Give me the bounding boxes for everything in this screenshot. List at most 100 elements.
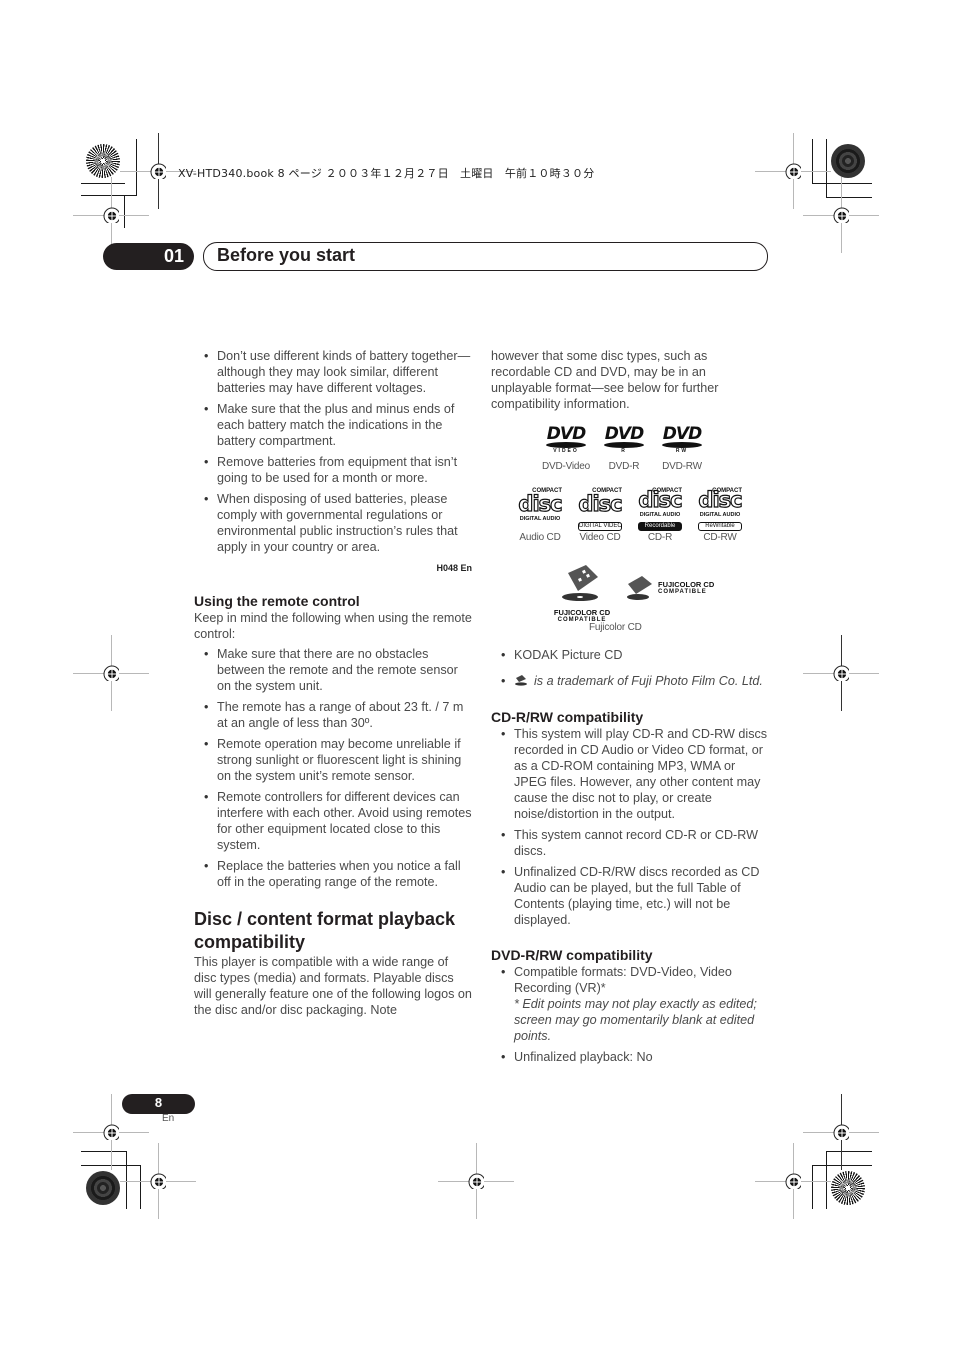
dvd-logo-row: DVD VIDEO DVD-Video DVD R DVD-R DVD RW D…	[536, 425, 712, 472]
registration-crosshair-icon	[833, 665, 849, 681]
crop-mark	[826, 197, 872, 198]
logo-caption: Audio CD	[519, 532, 561, 543]
list-item: Make sure that there are no obstacles be…	[194, 646, 472, 694]
left-column: Don’t use different kinds of battery tog…	[194, 348, 472, 1018]
list-item: is a trademark of Fuji Photo Film Co. Lt…	[491, 673, 771, 689]
dvd-logo-icon: DVD R	[604, 424, 644, 454]
video-cd-logo: COMPACT disc DIGITAL VIDEO Video CD	[570, 488, 630, 543]
extra-bullet-list: KODAK Picture CD is a trademark of Fuji …	[491, 647, 771, 689]
registration-crosshair-icon	[150, 1173, 166, 1189]
chapter-number-badge: 01	[103, 243, 194, 270]
cd-rw-logo: COMPACT disc DIGITAL AUDIO ReWritable CD…	[690, 488, 750, 543]
registration-crosshair-icon	[103, 207, 119, 223]
dvdrw-bullet-list: Compatible formats: DVD-Video, Video Rec…	[491, 964, 771, 1065]
registration-sunburst-icon	[831, 1171, 865, 1205]
crop-mark	[81, 195, 137, 196]
fujicolor-mark-icon	[514, 674, 528, 686]
fujicolor-brand: FUJICOLOR CD	[553, 608, 611, 617]
print-slug: XV-HTD340.book 8 ページ ２００３年１２月２７日 土曜日 午前１…	[178, 167, 595, 180]
fujicolor-compatible: COMPATIBLE	[658, 589, 707, 595]
remote-intro: Keep in mind the following when using th…	[194, 611, 472, 641]
disc-intro-continued: however that some disc types, such as re…	[491, 349, 719, 411]
audio-cd-logo: COMPACT disc DIGITAL AUDIO Audio CD	[510, 488, 570, 543]
registration-sunburst-icon	[86, 144, 120, 178]
list-item: Remove batteries from equipment that isn…	[194, 454, 472, 486]
dvdrw-section-heading: DVD-R/RW compatibility	[491, 947, 653, 963]
crop-mark	[812, 1165, 872, 1166]
compact-disc-logo-icon: COMPACT disc DIGITAL AUDIO Recordable	[638, 488, 683, 531]
registration-crosshair-icon	[833, 207, 849, 223]
fujicolor-cd-logo-vertical: FUJICOLOR CD COMPATIBLE	[552, 565, 612, 623]
list-item: This system cannot record CD-R or CD-RW …	[491, 827, 771, 859]
fujicolor-film-icon	[627, 576, 652, 600]
chapter-title: Before you start	[217, 245, 356, 265]
list-item: Unfinalized playback: No	[491, 1049, 771, 1065]
list-item: Compatible formats: DVD-Video, Video Rec…	[491, 964, 771, 1044]
list-item: Unfinalized CD-R/RW discs recorded as CD…	[491, 864, 771, 928]
logo-caption: CD-R	[647, 532, 673, 543]
registration-crosshair-icon	[103, 665, 119, 681]
list-item: KODAK Picture CD	[491, 647, 771, 663]
crop-mark	[812, 183, 872, 184]
list-item: Remote operation may become unreliable i…	[194, 736, 472, 784]
crop-mark	[81, 1151, 127, 1152]
trademark-note: is a trademark of Fuji Photo Film Co. Lt…	[534, 674, 763, 688]
fujicolor-film-icon	[562, 565, 598, 601]
cdrw-section-heading: CD-R/RW compatibility	[491, 709, 644, 725]
logo-caption: Fujicolor CD	[589, 622, 642, 633]
fujicolor-brand: FUJICOLOR CD	[658, 580, 715, 589]
logo-caption: DVD-Video	[541, 461, 591, 472]
list-item: Make sure that the plus and minus ends o…	[194, 401, 472, 449]
right-column-intro: however that some disc types, such as re…	[491, 348, 769, 412]
page-number-badge: 8	[122, 1094, 195, 1114]
registration-crosshair-icon	[785, 163, 801, 179]
logo-caption: DVD-R	[608, 461, 640, 472]
crop-mark	[826, 139, 827, 197]
crop-mark	[826, 1151, 827, 1209]
disc-section-heading: Disc / content format playback compatibi…	[194, 909, 456, 952]
battery-bullet-list: Don’t use different kinds of battery tog…	[194, 348, 472, 555]
crop-mark	[140, 1165, 141, 1209]
page-language: En	[162, 1113, 175, 1124]
logo-caption: DVD-RW	[662, 461, 702, 472]
dvd-logo-icon: DVD VIDEO	[546, 424, 586, 454]
list-item: When disposing of used batteries, please…	[194, 491, 472, 555]
formats-text: Compatible formats: DVD-Video, Video Rec…	[514, 965, 732, 995]
chapter-title-bar: Before you start	[203, 242, 768, 271]
list-item: This system will play CD-R and CD-RW dis…	[491, 726, 771, 822]
dvd-logo-icon: DVD RW	[662, 424, 702, 454]
registration-crosshair-icon	[468, 1173, 484, 1189]
registration-sunburst-icon	[831, 144, 865, 178]
cd-logo-row: COMPACT disc DIGITAL AUDIO Audio CD COMP…	[510, 488, 750, 543]
disc-section-intro: This player is compatible with a wide ra…	[194, 955, 472, 1017]
crop-mark	[812, 139, 813, 184]
cd-r-logo: COMPACT disc DIGITAL AUDIO Recordable CD…	[630, 488, 690, 543]
crop-mark	[126, 1151, 127, 1209]
right-column-lower: KODAK Picture CD is a trademark of Fuji …	[491, 647, 771, 1070]
list-item: Don’t use different kinds of battery tog…	[194, 348, 472, 396]
compact-disc-logo-icon: COMPACT disc DIGITAL AUDIO	[518, 488, 563, 522]
chapter-number: 01	[163, 246, 184, 266]
crop-mark	[136, 139, 137, 195]
dvd-video-logo: DVD VIDEO DVD-Video	[536, 425, 596, 472]
crop-mark	[124, 195, 125, 228]
remote-section-heading: Using the remote control	[194, 593, 360, 609]
registration-sunburst-icon	[86, 1171, 120, 1205]
dvd-rw-logo: DVD RW DVD-RW	[652, 425, 712, 472]
registration-crosshair-icon	[833, 1124, 849, 1140]
registration-crosshair-icon	[150, 163, 166, 179]
registration-crosshair-icon	[103, 1124, 119, 1140]
note-code: H048 En	[436, 563, 472, 573]
remote-bullet-list: Make sure that there are no obstacles be…	[194, 646, 472, 890]
fujicolor-cd-logo-horizontal: FUJICOLOR CD COMPATIBLE	[624, 574, 734, 604]
registration-crosshair-icon	[785, 1173, 801, 1189]
list-item: Remote controllers for different devices…	[194, 789, 472, 853]
crop-mark	[812, 1165, 813, 1209]
compact-disc-logo-icon: COMPACT disc DIGITAL VIDEO	[578, 488, 623, 531]
page-number: 8	[154, 1095, 163, 1110]
compact-disc-logo-icon: COMPACT disc DIGITAL AUDIO ReWritable	[698, 488, 743, 531]
crop-mark	[826, 1151, 872, 1152]
list-item: The remote has a range of about 23 ft. /…	[194, 699, 472, 731]
crop-mark	[81, 183, 125, 184]
formats-footnote: * Edit points may not play exactly as ed…	[514, 997, 757, 1043]
